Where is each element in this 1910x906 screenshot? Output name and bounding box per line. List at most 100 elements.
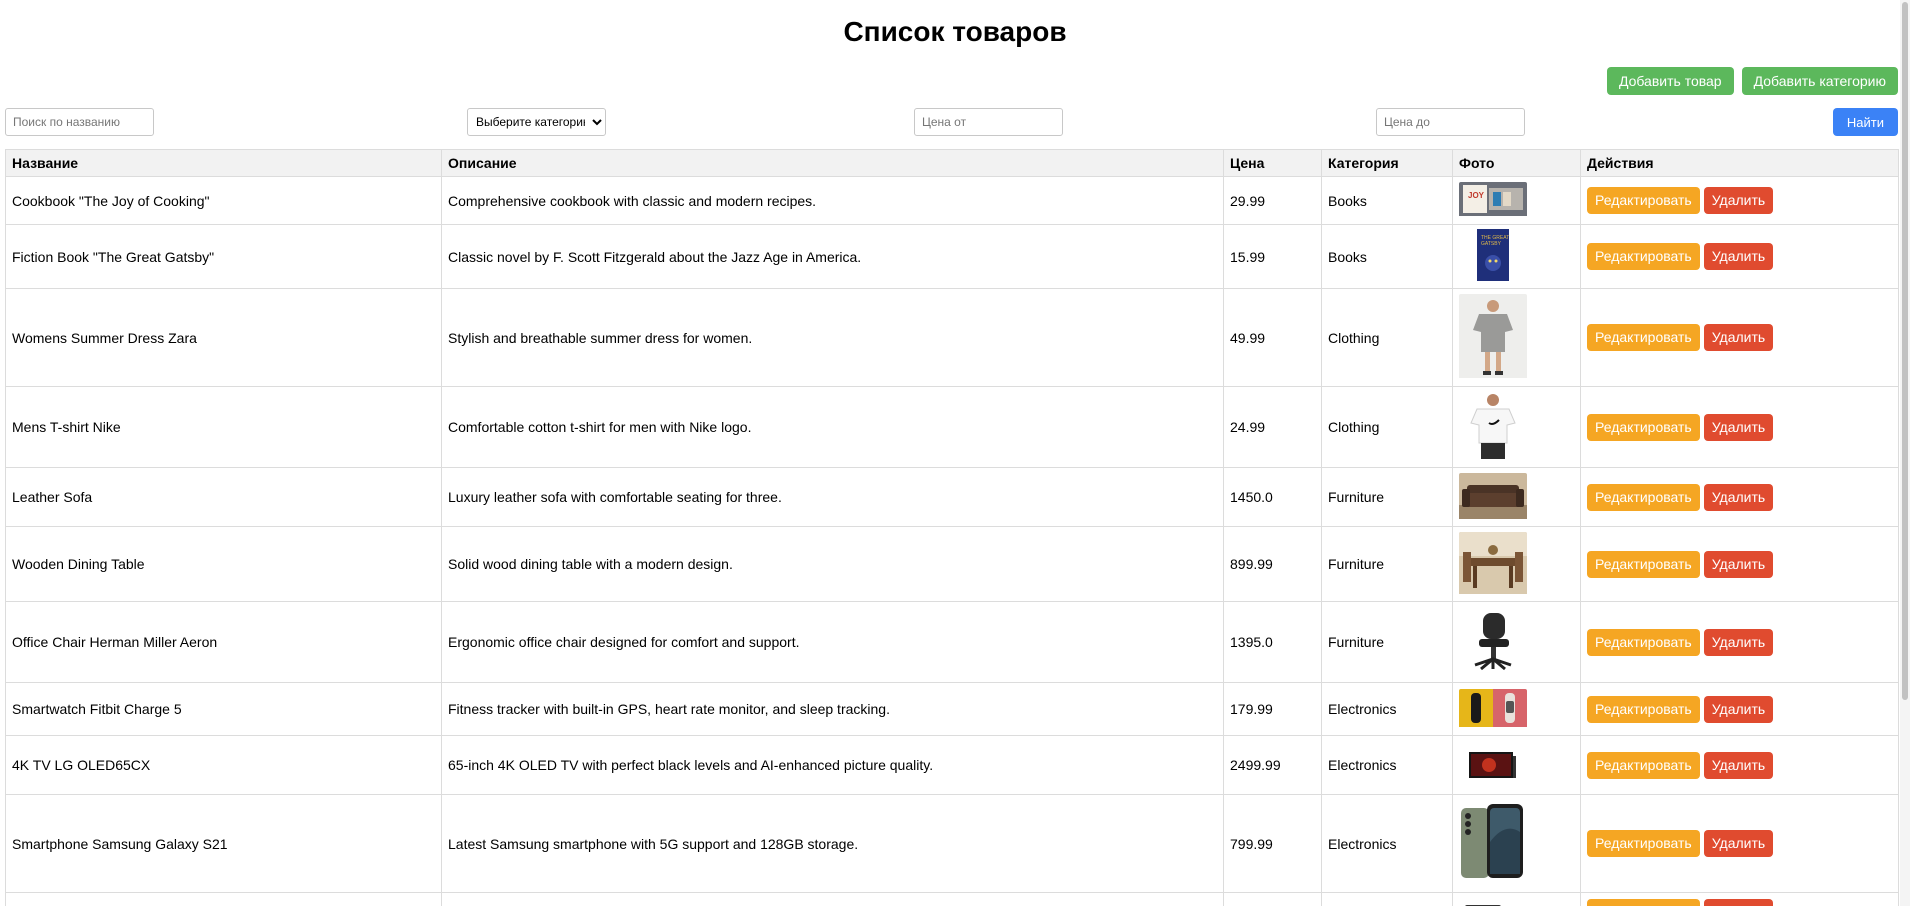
delete-button[interactable]: Удалить xyxy=(1703,413,1774,441)
cell-photo xyxy=(1452,601,1581,683)
cell-photo xyxy=(1452,794,1581,893)
edit-button[interactable]: Редактировать xyxy=(1587,628,1700,656)
cell-category: Electronics xyxy=(1321,682,1453,736)
cell-name: Leather Sofa xyxy=(5,467,442,527)
table-row: Wooden Dining Table Solid wood dining tab… xyxy=(5,526,1899,602)
edit-button[interactable]: Редактировать xyxy=(1587,695,1700,723)
dress-photo xyxy=(1459,294,1527,381)
cell-photo xyxy=(1452,288,1581,387)
edit-button[interactable]: Редактировать xyxy=(1587,324,1700,351)
cell-description: Comfortable cotton t-shirt for men with … xyxy=(441,386,1224,468)
delete-button[interactable]: Удалить xyxy=(1703,243,1774,270)
cell-price: 1450.0 xyxy=(1223,467,1322,527)
dining-table-photo xyxy=(1459,531,1527,597)
cell-price: 179.99 xyxy=(1223,682,1322,736)
cell-price: 29.99 xyxy=(1223,176,1322,225)
delete-button[interactable]: Удалить xyxy=(1703,830,1774,857)
tshirt-photo xyxy=(1459,390,1527,464)
delete-button[interactable]: Удалить xyxy=(1703,628,1774,656)
svg-text:JOY: JOY xyxy=(1468,191,1485,200)
price-to-input[interactable] xyxy=(1376,108,1525,136)
add-category-button[interactable]: Добавить категорию xyxy=(1741,67,1898,95)
cell-price: 15.99 xyxy=(1223,224,1322,289)
table-row: Smartphone Samsung Galaxy S21 Latest Sams… xyxy=(5,794,1899,893)
cell-name: Cookbook "The Joy of Cooking" xyxy=(5,176,442,225)
cell-actions: РедактироватьУдалить xyxy=(1580,176,1899,225)
edit-button[interactable]: Редактировать xyxy=(1587,187,1700,214)
cell-description: Comprehensive cookbook with classic and … xyxy=(441,176,1224,225)
cell-description: Ergonomic office chair designed for comf… xyxy=(441,601,1224,683)
smartphone-photo xyxy=(1459,802,1527,885)
cell-price: 24.99 xyxy=(1223,386,1322,468)
edit-button[interactable]: Редактировать xyxy=(1587,830,1700,857)
cell-name: Womens Summer Dress Zara xyxy=(5,288,442,387)
table-row: Womens Summer Dress Zara Stylish and brea… xyxy=(5,288,1899,387)
table-row: Fiction Book "The Great Gatsby" Classic n… xyxy=(5,224,1899,289)
name-search-input[interactable] xyxy=(5,108,154,136)
cell-actions: РедактироватьУдалить xyxy=(1580,794,1899,893)
cell-photo xyxy=(1452,386,1581,468)
table-row: Office Chair Herman Miller Aeron Ergonomi… xyxy=(5,601,1899,683)
filters-bar: Выберите категорию Найти xyxy=(5,108,1898,136)
cell-description: Classic novel by F. Scott Fitzgerald abo… xyxy=(441,224,1224,289)
cell-photo xyxy=(1452,682,1581,736)
table-row: Cookbook "The Joy of Cooking" Comprehensi… xyxy=(5,176,1899,225)
edit-button[interactable]: Редактировать xyxy=(1587,899,1700,906)
find-button[interactable]: Найти xyxy=(1832,108,1898,136)
delete-button[interactable]: Удалить xyxy=(1703,324,1774,351)
vertical-scrollbar[interactable] xyxy=(1900,0,1910,906)
cell-price: 799.99 xyxy=(1223,794,1322,893)
cell-description: Solid wood dining table with a modern de… xyxy=(441,526,1224,602)
table-header-row: Название Описание Цена Категория Фото Де… xyxy=(5,149,1899,177)
tv-photo xyxy=(1459,745,1527,785)
office-chair-photo xyxy=(1459,606,1527,678)
top-actions: Добавить товар Добавить категорию xyxy=(1606,67,1898,95)
cell-description: 65-inch 4K OLED TV with perfect black le… xyxy=(441,735,1224,795)
cell-name: Wooden Dining Table xyxy=(5,526,442,602)
cell-price: 899.99 xyxy=(1223,526,1322,602)
edit-button[interactable]: Редактировать xyxy=(1587,483,1700,511)
cell-category xyxy=(1321,892,1453,906)
category-select[interactable]: Выберите категорию xyxy=(467,108,606,136)
delete-button[interactable]: Удалить xyxy=(1703,550,1774,578)
cell-actions: РедактироватьУдалить xyxy=(1580,467,1899,527)
edit-button[interactable]: Редактировать xyxy=(1587,243,1700,270)
edit-button[interactable]: Редактировать xyxy=(1587,550,1700,578)
cell-category: Furniture xyxy=(1321,526,1453,602)
price-from-input[interactable] xyxy=(914,108,1063,136)
sofa-photo xyxy=(1459,472,1527,522)
cell-actions: РедактироватьУдалить xyxy=(1580,682,1899,736)
edit-button[interactable]: Редактировать xyxy=(1587,751,1700,779)
cell-photo xyxy=(1452,526,1581,602)
delete-button[interactable]: Удалить xyxy=(1703,899,1774,906)
cell-actions: РедактироватьУдалить xyxy=(1580,386,1899,468)
table-row: Mens T-shirt Nike Comfortable cotton t-sh… xyxy=(5,386,1899,468)
cell-actions: РедактироватьУдалить xyxy=(1580,892,1899,906)
cell-price: 49.99 xyxy=(1223,288,1322,387)
cell-description: Latest Samsung smartphone with 5G suppor… xyxy=(441,794,1224,893)
cell-actions: РедактироватьУдалить xyxy=(1580,288,1899,387)
svg-text:GATSBY: GATSBY xyxy=(1481,241,1502,247)
cell-name: Mens T-shirt Nike xyxy=(5,386,442,468)
cell-description: Luxury leather sofa with comfortable sea… xyxy=(441,467,1224,527)
cell-actions: РедактироватьУдалить xyxy=(1580,601,1899,683)
edit-button[interactable]: Редактировать xyxy=(1587,413,1700,441)
delete-button[interactable]: Удалить xyxy=(1703,751,1774,779)
cell-photo: THE GREAT GATSBY xyxy=(1452,224,1581,289)
cell-description xyxy=(441,892,1224,906)
delete-button[interactable]: Удалить xyxy=(1703,187,1774,214)
cell-price: 2499.99 xyxy=(1223,735,1322,795)
delete-button[interactable]: Удалить xyxy=(1703,483,1774,511)
cell-price xyxy=(1223,892,1322,906)
cell-category: Furniture xyxy=(1321,601,1453,683)
column-header-category: Категория xyxy=(1321,149,1453,177)
book-cover-photo: THE GREAT GATSBY xyxy=(1459,229,1527,284)
delete-button[interactable]: Удалить xyxy=(1703,695,1774,723)
cell-actions: РедактироватьУдалить xyxy=(1580,735,1899,795)
add-product-button[interactable]: Добавить товар xyxy=(1606,67,1734,95)
cell-actions: РедактироватьУдалить xyxy=(1580,224,1899,289)
cell-name: Fiction Book "The Great Gatsby" xyxy=(5,224,442,289)
products-table: Название Описание Цена Категория Фото Де… xyxy=(5,149,1899,906)
cell-photo xyxy=(1452,892,1581,906)
scrollbar-thumb[interactable] xyxy=(1902,2,1908,700)
